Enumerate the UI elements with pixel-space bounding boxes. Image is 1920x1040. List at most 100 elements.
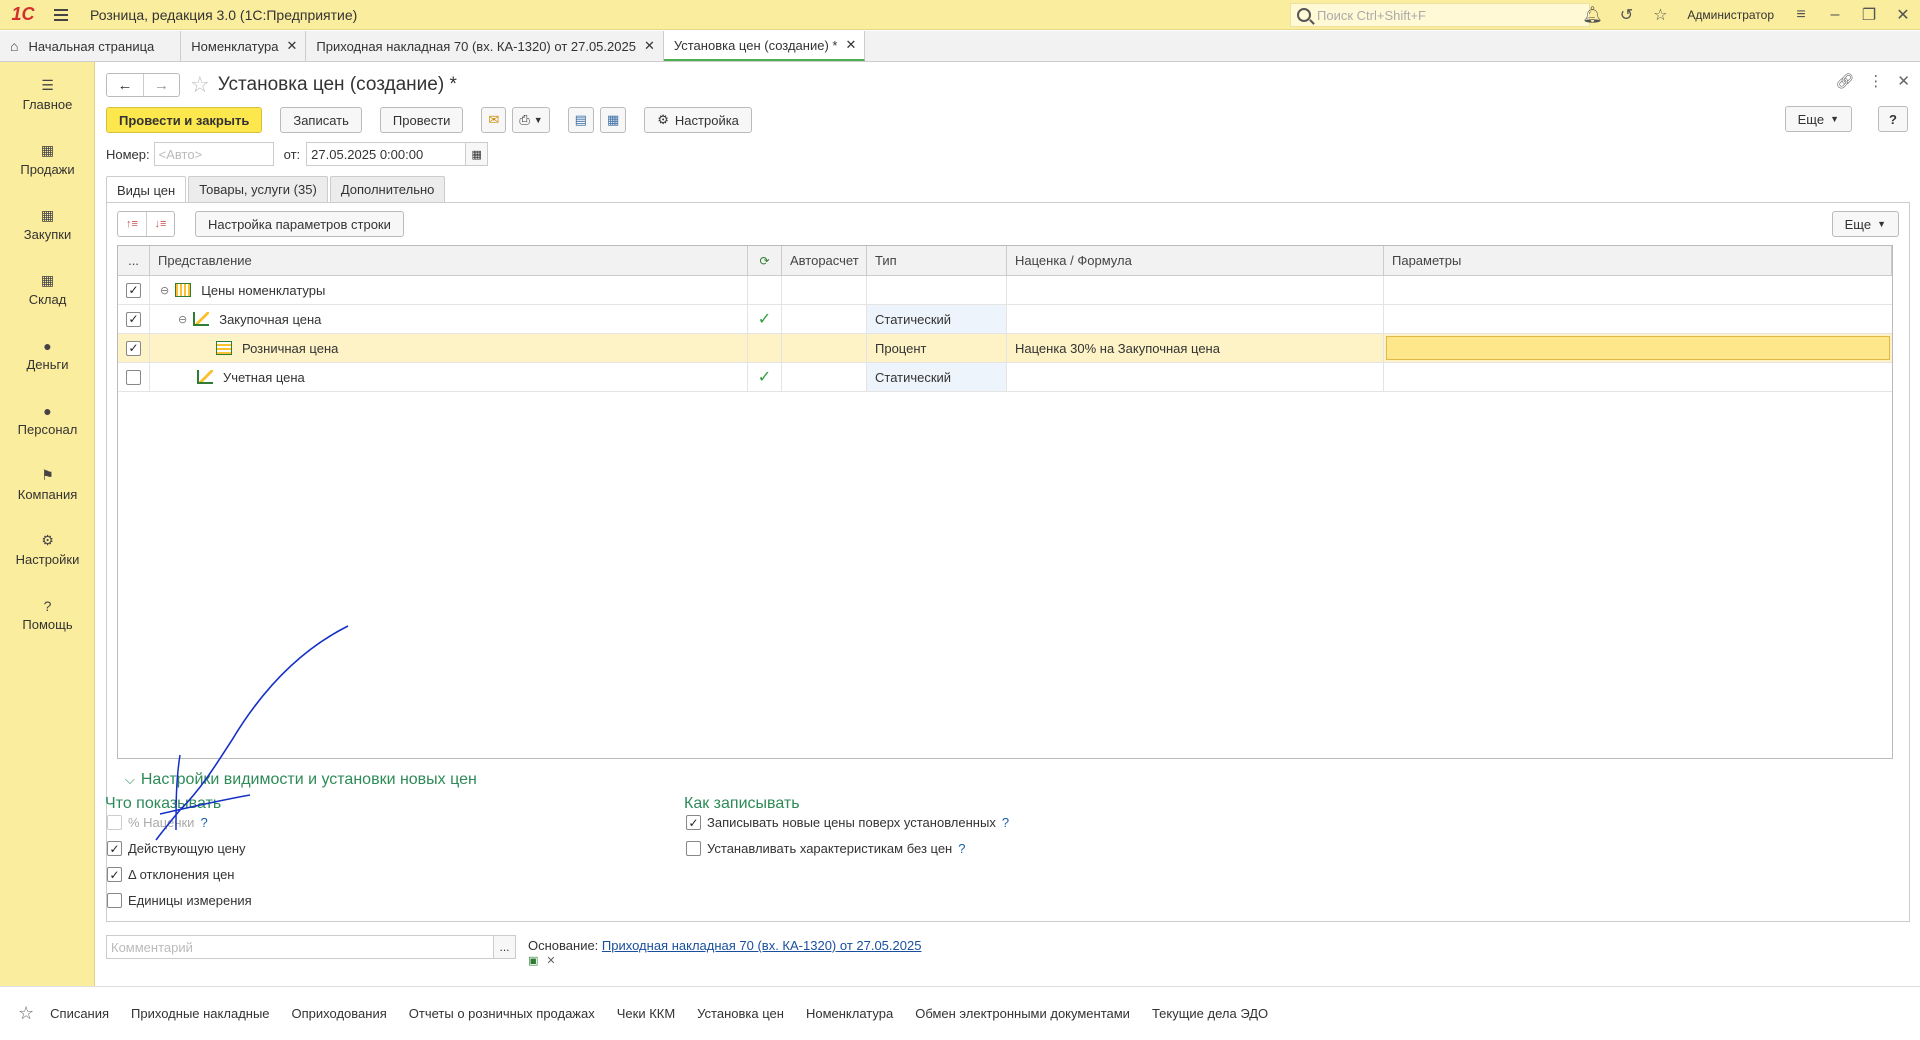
panel-more-button[interactable]: Еще ▼ [1831,211,1899,237]
structure-button[interactable]: ▤ [567,107,594,133]
date-input[interactable]: 27.05.2025 0:00:00 [306,142,467,166]
col-header-type[interactable]: Тип [867,246,1007,275]
row-params-cell[interactable] [1386,336,1890,360]
row-checkbox[interactable]: ✓ [126,282,141,298]
option-checkbox[interactable]: ✓ [107,841,122,856]
col-header-formula[interactable]: Наценка / Формула [1007,246,1384,275]
close-tab-icon[interactable]: ✕ [845,37,856,53]
collapse-icon[interactable]: ⊖ [160,284,169,297]
row-type[interactable]: Процент [867,334,1007,362]
sort-up-icon[interactable]: ↑≡ [118,212,146,236]
row-formula[interactable]: Наценка 30% на Закупочная цена [1007,334,1384,362]
tab-price-setting[interactable]: Установка цен (создание) * ✕ [663,31,866,61]
nav-item-purchases[interactable]: ▦ Закупки [0,192,95,257]
link-icon[interactable]: 🔗︎ [1835,72,1854,90]
help-icon[interactable]: ? [958,841,965,856]
clear-basis-icon[interactable]: ✕ [546,954,555,967]
close-form-icon[interactable]: ✕ [1897,72,1910,90]
bottom-link[interactable]: Оприходования [292,1006,387,1021]
nav-item-main[interactable]: ☰ Главное [0,62,95,127]
number-input[interactable]: <Авто> [153,142,274,166]
option-units[interactable]: Единицы измерения [107,893,252,908]
option-markup-percent[interactable]: % Наценки? [107,815,208,830]
table-row[interactable]: Учетная цена ✓ Статический [118,363,1892,392]
nav-item-money[interactable]: ● Деньги [0,322,95,387]
option-current-price[interactable]: ✓ Действующую цену [107,841,246,856]
bell-icon[interactable]: 🔔︎ [1575,0,1609,30]
global-search-input[interactable]: Поиск Ctrl+Shift+F [1290,3,1590,27]
related-docs-button[interactable]: ▦ [599,107,627,133]
comment-input[interactable]: Комментарий [106,935,494,959]
select-basis-icon[interactable]: ▣ [528,954,538,967]
row-checkbox[interactable]: ✓ [126,311,141,327]
bottom-link[interactable]: Отчеты о розничных продажах [409,1006,595,1021]
help-button[interactable]: ? [1878,106,1908,132]
option-checkbox[interactable]: ✓ [686,815,701,830]
option-overwrite-prices[interactable]: ✓ Записывать новые цены поверх установлен… [686,815,1009,830]
close-window-icon[interactable]: ✕ [1886,0,1920,30]
forward-arrow-icon[interactable]: → [143,74,179,96]
restore-icon[interactable]: ❐ [1852,0,1886,30]
settings-menu-icon[interactable]: ≡ [1784,0,1818,30]
nav-item-company[interactable]: ⚑ Компания [0,452,95,517]
nav-item-settings[interactable]: ⚙ Настройки [0,517,95,582]
favorite-star-icon[interactable]: ☆ [190,72,210,98]
bottom-link[interactable]: Установка цен [697,1006,784,1021]
collapse-icon[interactable]: ⊖ [178,313,187,326]
bottom-link[interactable]: Приходные накладные [131,1006,269,1021]
row-type[interactable]: Статический [867,363,1007,391]
more-button[interactable]: Еще ▼ [1784,106,1852,132]
row-type[interactable]: Статический [867,305,1007,333]
basis-link[interactable]: Приходная накладная 70 (вх. КА-1320) от … [602,938,922,953]
email-button[interactable]: ✉ [481,107,507,133]
visibility-settings-toggle[interactable]: ⌵ Настройки видимости и установки новых ц… [125,771,477,789]
back-arrow-icon[interactable]: ← [107,74,143,96]
favorites-star-icon[interactable]: ☆ [18,1003,34,1024]
bottom-link[interactable]: Номенклатура [806,1006,893,1021]
post-and-close-button[interactable]: Провести и закрыть [106,107,263,133]
option-checkbox[interactable]: ✓ [107,867,122,882]
help-icon[interactable]: ? [200,815,207,830]
favorites-star-icon[interactable]: ☆ [1643,0,1677,30]
help-icon[interactable]: ? [1002,815,1009,830]
nav-item-staff[interactable]: ● Персонал [0,387,95,452]
col-header-autocalc[interactable]: Авторасчет [782,246,867,275]
close-tab-icon[interactable]: ✕ [644,38,655,54]
nav-item-warehouse[interactable]: ▦ Склад [0,257,95,322]
save-button[interactable]: Записать [280,107,362,133]
tab-home[interactable]: ⌂ Начальная страница [0,31,182,61]
col-header-mark[interactable]: ... [118,246,150,275]
close-tab-icon[interactable]: ✕ [287,38,298,54]
col-header-name[interactable]: Представление [150,246,748,275]
row-checkbox[interactable]: ✓ [126,340,141,356]
sort-down-icon[interactable]: ↓≡ [146,212,174,236]
row-params-settings-button[interactable]: Настройка параметров строки [195,211,404,237]
bottom-link[interactable]: Списания [50,1006,109,1021]
print-button[interactable]: ⎙ ▼ [512,107,550,133]
comment-expand-button[interactable]: ... [494,935,516,959]
post-button[interactable]: Провести [379,107,464,133]
bottom-link[interactable]: Текущие дела ЭДО [1152,1006,1268,1021]
app-logo[interactable]: 1С [0,0,46,30]
table-row[interactable]: ✓ ⊖ Закупочная цена ✓ Статический [118,305,1892,334]
col-header-params[interactable]: Параметры [1384,246,1892,275]
option-checkbox[interactable] [107,815,122,830]
option-price-deviation[interactable]: ✓ Δ отклонения цен [107,867,234,882]
col-header-icon[interactable]: ⟳ [748,246,782,275]
settings-button[interactable]: ⚙ Настройка [644,107,752,133]
main-menu-icon[interactable] [46,0,76,30]
calendar-icon[interactable]: ▦ [466,142,489,166]
history-icon[interactable]: ↺ [1609,0,1643,30]
tab-additional[interactable]: Дополнительно [329,176,446,202]
more-vertical-icon[interactable]: ⋮ [1868,72,1883,90]
nav-item-help[interactable]: ? Помощь [0,582,95,647]
option-checkbox[interactable] [686,841,701,856]
row-checkbox[interactable] [126,369,141,385]
bottom-link[interactable]: Обмен электронными документами [915,1006,1130,1021]
table-row[interactable]: ✓ ⊖ Цены номенклатуры [118,276,1892,305]
tab-receipt-invoice[interactable]: Приходная накладная 70 (вх. КА-1320) от … [306,31,664,61]
tab-price-types[interactable]: Виды цен [106,176,187,203]
bottom-link[interactable]: Чеки ККМ [617,1006,675,1021]
tab-nomenclature[interactable]: Номенклатура ✕ [181,31,307,61]
table-row[interactable]: ✓ Розничная цена Процент Наценка 30% на … [118,334,1892,363]
